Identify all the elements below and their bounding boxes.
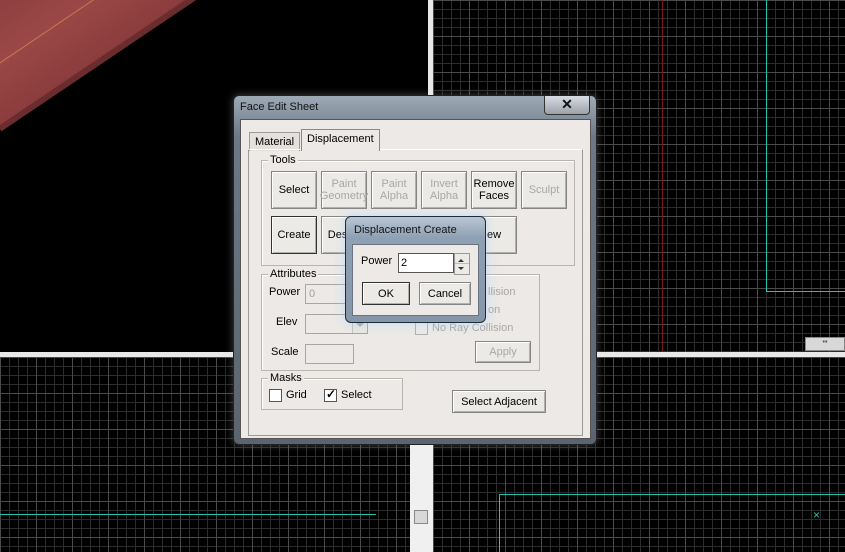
spin-down-icon[interactable]: [455, 264, 469, 273]
scrollbar-thumb-vertical[interactable]: [414, 510, 428, 524]
select-mask-label: Select: [341, 389, 372, 401]
tools-group-label: Tools: [268, 154, 298, 167]
displacement-create-dialog: Displacement Create Power 2 OK Cancel: [345, 216, 486, 323]
power-label: Power: [361, 255, 393, 267]
power-spinner[interactable]: [454, 253, 470, 275]
checkmark-icon: ✓: [326, 387, 337, 401]
apply-button[interactable]: Apply: [475, 341, 531, 363]
no-ray-collision-label: No Ray Collision: [432, 322, 514, 334]
scale-label: Scale: [271, 346, 299, 358]
option-checkbox-label: on: [488, 304, 501, 316]
select-tool-button[interactable]: Select: [271, 171, 317, 209]
scale-field[interactable]: [305, 344, 354, 364]
grid-mask-checkbox[interactable]: [269, 389, 282, 402]
select-adjacent-button[interactable]: Select Adjacent: [452, 390, 546, 413]
attributes-group-label: Attributes: [268, 268, 319, 281]
ok-button[interactable]: OK: [362, 282, 410, 305]
create-button[interactable]: Create: [271, 216, 317, 254]
power-input[interactable]: 2: [398, 253, 454, 273]
grid-mask-label: Grid: [286, 389, 307, 401]
paint-geometry-button[interactable]: Paint Geometry: [320, 171, 368, 209]
cancel-button[interactable]: Cancel: [419, 282, 471, 305]
close-button[interactable]: ✕: [544, 96, 590, 115]
sculpt-button[interactable]: Sculpt: [521, 171, 567, 209]
no-ray-collision-checkbox[interactable]: [415, 322, 428, 335]
tab-displacement[interactable]: Displacement: [301, 129, 380, 151]
remove-faces-button[interactable]: Remove Faces: [471, 171, 517, 209]
dialog-client: Power 2 OK Cancel: [352, 244, 479, 316]
masks-group-label: Masks: [268, 372, 304, 385]
collision-checkbox-label: llision: [488, 286, 516, 298]
power-label: Power: [269, 286, 301, 298]
scrollbar-thumb[interactable]: ''': [805, 337, 845, 351]
window-title: Face Edit Sheet: [240, 101, 319, 113]
masks-group: Masks Grid ✓ Select: [261, 372, 403, 410]
dialog-title: Displacement Create: [354, 224, 457, 236]
origin-marker-icon: ×: [813, 508, 821, 522]
spin-up-icon[interactable]: [455, 254, 469, 264]
elev-label: Elev: [276, 316, 298, 328]
invert-alpha-button[interactable]: Invert Alpha: [421, 171, 467, 209]
select-mask-checkbox[interactable]: ✓: [324, 387, 337, 402]
paint-alpha-button[interactable]: Paint Alpha: [371, 171, 417, 209]
